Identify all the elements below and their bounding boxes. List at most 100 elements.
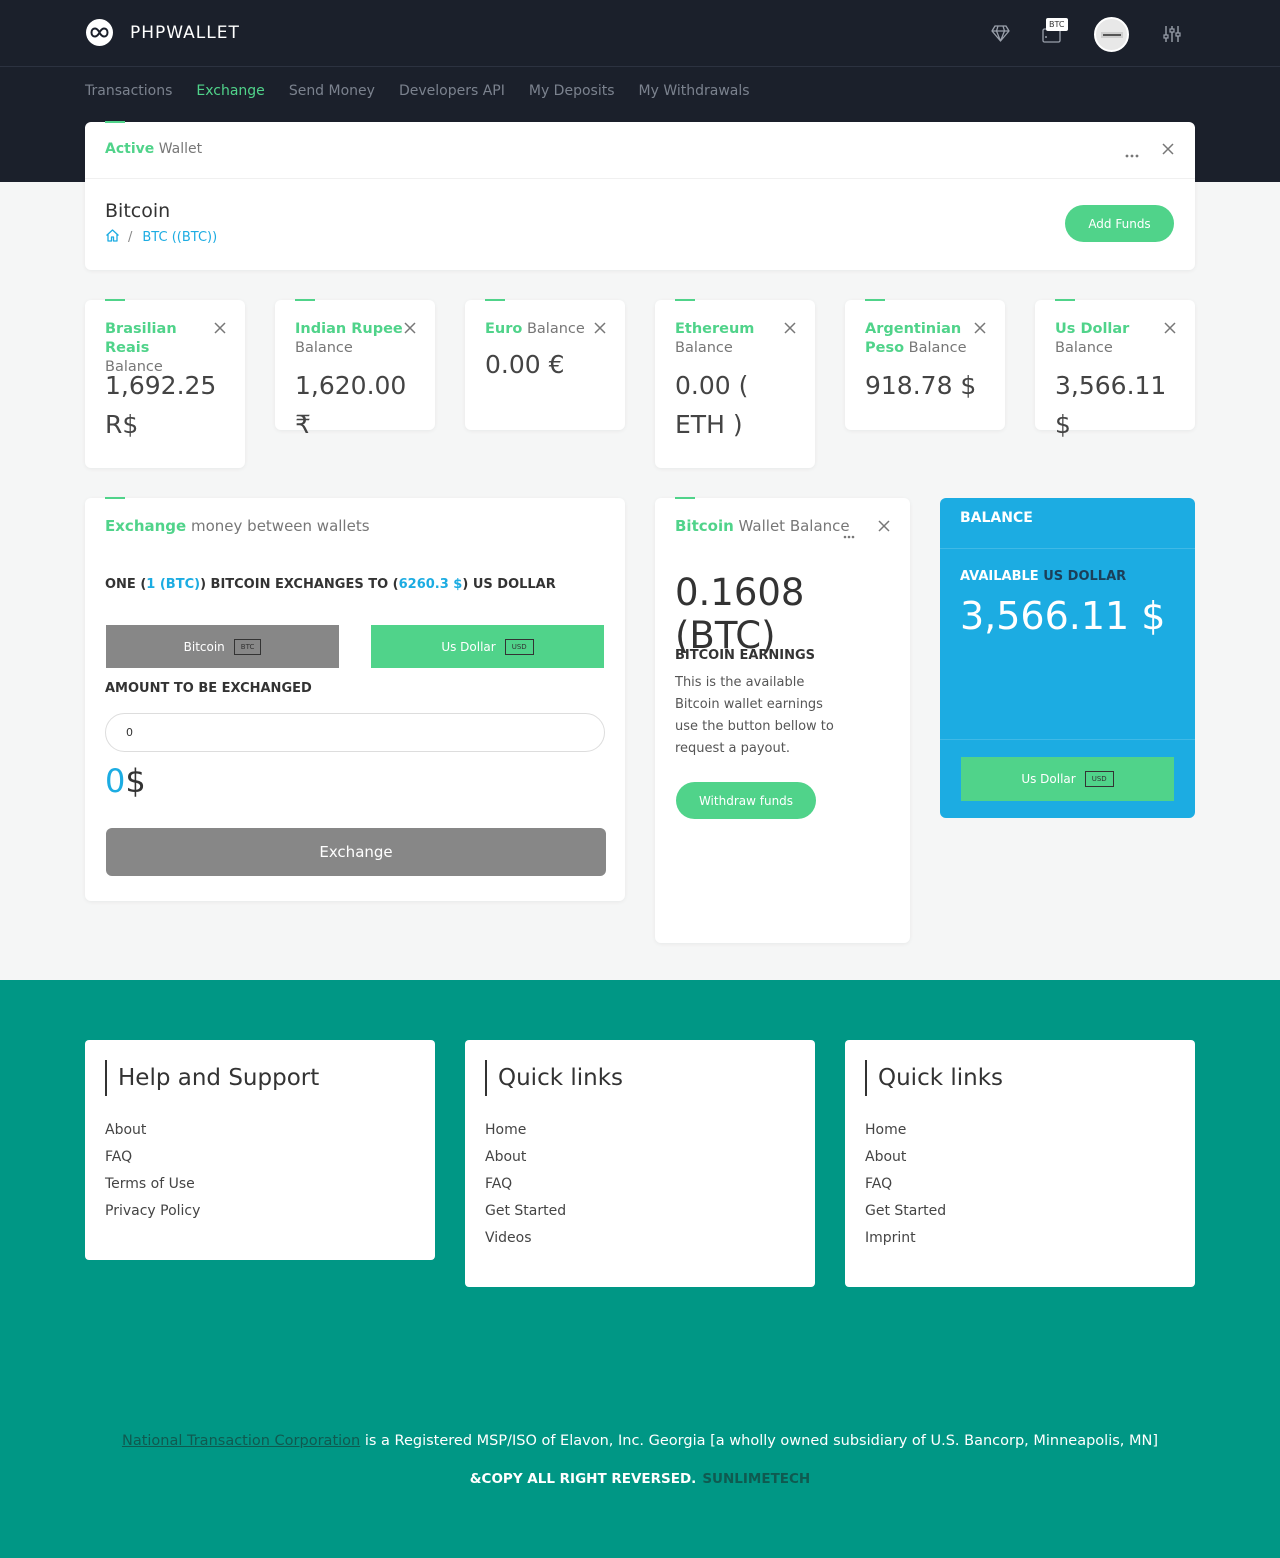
avatar[interactable]: [1094, 17, 1129, 52]
legal-text: is a Registered MSP/ISO of Elavon, Inc. …: [360, 1433, 1159, 1449]
brand[interactable]: PHPWALLET: [86, 19, 240, 46]
more-icon[interactable]: [843, 524, 855, 543]
footer-link-about[interactable]: About: [485, 1144, 566, 1171]
currency-name: Indian Rupee: [295, 321, 403, 337]
card-accent: [675, 497, 695, 499]
balance-card-brl: Brasilian Reais Balance 1,692.25 R$: [85, 299, 245, 468]
card-accent: [295, 299, 315, 301]
footer-link-get-started[interactable]: Get Started: [485, 1198, 566, 1225]
title-strong: Bitcoin: [675, 517, 734, 535]
footer-legal: National Transaction Corporation is a Re…: [0, 1433, 1280, 1449]
legal-link[interactable]: National Transaction Corporation: [122, 1433, 360, 1449]
footer-link-imprint[interactable]: Imprint: [865, 1225, 946, 1252]
currency-name: Ethereum: [675, 321, 755, 337]
close-icon[interactable]: [1163, 321, 1177, 339]
diamond-icon[interactable]: [991, 25, 1010, 46]
card-accent: [105, 299, 125, 301]
close-icon[interactable]: [877, 519, 891, 537]
card-accent: [105, 497, 125, 499]
available-label: AVAILABLE US DOLLAR: [960, 569, 1126, 584]
close-icon[interactable]: [783, 321, 797, 339]
close-icon[interactable]: [403, 321, 417, 339]
footer: Help and Support About FAQ Terms of Use …: [0, 980, 1280, 1558]
footer-column-title: Quick links: [865, 1060, 1003, 1096]
to-wallet-button[interactable]: Us Dollar USD: [371, 625, 604, 668]
button-label: Us Dollar: [441, 639, 496, 654]
rate-text: ) US DOLLAR: [462, 577, 556, 592]
card-accent: [105, 121, 125, 123]
footer-column-title: Help and Support: [105, 1060, 319, 1096]
footer-link-get-started[interactable]: Get Started: [865, 1198, 946, 1225]
footer-link-about[interactable]: About: [865, 1144, 946, 1171]
withdraw-funds-button[interactable]: Withdraw funds: [676, 782, 816, 819]
footer-links: About FAQ Terms of Use Privacy Policy: [105, 1117, 200, 1225]
footer-link-home[interactable]: Home: [485, 1117, 566, 1144]
crumb-link[interactable]: BTC ((BTC)): [142, 230, 217, 245]
close-icon[interactable]: [213, 321, 227, 339]
wallet-name: Bitcoin: [105, 200, 171, 222]
nav-developers-api[interactable]: Developers API: [399, 80, 505, 102]
result-currency: $: [125, 762, 146, 800]
footer-link-about[interactable]: About: [105, 1117, 200, 1144]
nav-send-money[interactable]: Send Money: [289, 80, 375, 102]
nav-my-deposits[interactable]: My Deposits: [529, 80, 615, 102]
close-icon[interactable]: [593, 321, 607, 339]
exchange-button[interactable]: Exchange: [106, 828, 606, 876]
card-accent: [485, 299, 505, 301]
wallet-balance-card: Bitcoin Wallet Balance 0.1608 (BTC) BITC…: [655, 497, 910, 943]
balance-card-eur: Euro Balance 0.00 €: [465, 299, 625, 430]
balance-value: 1,692.25 R$: [105, 371, 217, 439]
currency-name: Brasilian Reais: [105, 321, 177, 356]
more-icon[interactable]: [1125, 143, 1139, 162]
footer-link-privacy[interactable]: Privacy Policy: [105, 1198, 200, 1225]
balance-label: Balance: [675, 340, 733, 356]
balance-label: Balance: [295, 340, 353, 356]
rate-text: ONE (: [105, 577, 147, 592]
balance-title: Argentinian Peso Balance: [865, 320, 980, 358]
exchange-result: 0$: [105, 762, 146, 800]
close-icon[interactable]: [1161, 142, 1175, 160]
nav-transactions[interactable]: Transactions: [85, 80, 172, 102]
balance-card-usd: Us Dollar Balance 3,566.11 $: [1035, 299, 1195, 439]
earnings-label: BITCOIN EARNINGS: [675, 648, 816, 663]
balance-card-ars: Argentinian Peso Balance 918.78 $: [845, 299, 1005, 430]
button-label: Bitcoin: [183, 639, 225, 654]
title-rest: Wallet Balance: [738, 517, 850, 535]
footer-column-title: Quick links: [485, 1060, 623, 1096]
footer-link-faq[interactable]: FAQ: [105, 1144, 200, 1171]
home-icon[interactable]: [105, 228, 120, 247]
copyright-brand[interactable]: SUNLIMETECH: [702, 1471, 810, 1487]
wallet-badge: BTC: [1046, 18, 1068, 31]
footer-link-terms[interactable]: Terms of Use: [105, 1171, 200, 1198]
result-value: 0: [105, 762, 126, 800]
currency-tag: USD: [1084, 771, 1114, 787]
currency-name: Us Dollar: [1055, 321, 1130, 337]
balance-summary-title: BALANCE: [960, 510, 1033, 526]
from-wallet-button[interactable]: Bitcoin BTC: [106, 625, 339, 668]
sliders-icon[interactable]: [1162, 24, 1182, 48]
nav-exchange[interactable]: Exchange: [196, 80, 264, 102]
card-accent: [865, 299, 885, 301]
balance-card-eth: Ethereum Balance 0.00 ( ETH ): [655, 299, 815, 468]
close-icon[interactable]: [973, 321, 987, 339]
active-wallet-title: Active Wallet: [105, 141, 202, 157]
balance-label: Balance: [526, 321, 585, 337]
balance-label: Balance: [1055, 340, 1113, 356]
footer-link-home[interactable]: Home: [865, 1117, 946, 1144]
footer-link-faq[interactable]: FAQ: [865, 1171, 946, 1198]
divider: [940, 548, 1195, 549]
copyright-text: &COPY ALL RIGHT REVERSED.: [469, 1471, 697, 1487]
footer-help-card: Help and Support About FAQ Terms of Use …: [85, 1040, 435, 1260]
footer-link-videos[interactable]: Videos: [485, 1225, 566, 1252]
amount-input[interactable]: [105, 713, 605, 752]
usd-wallet-button[interactable]: Us Dollar USD: [961, 757, 1174, 801]
balance-title: Us Dollar Balance: [1055, 320, 1170, 358]
card-accent: [675, 299, 695, 301]
title-strong: Active: [105, 141, 155, 157]
add-funds-button[interactable]: Add Funds: [1065, 205, 1174, 242]
brand-name: PHPWALLET: [130, 22, 240, 43]
footer-link-faq[interactable]: FAQ: [485, 1171, 566, 1198]
currency-tag: BTC: [233, 638, 262, 655]
earnings-text: This is the available Bitcoin wallet ear…: [675, 675, 834, 756]
nav-my-withdrawals[interactable]: My Withdrawals: [639, 80, 750, 102]
